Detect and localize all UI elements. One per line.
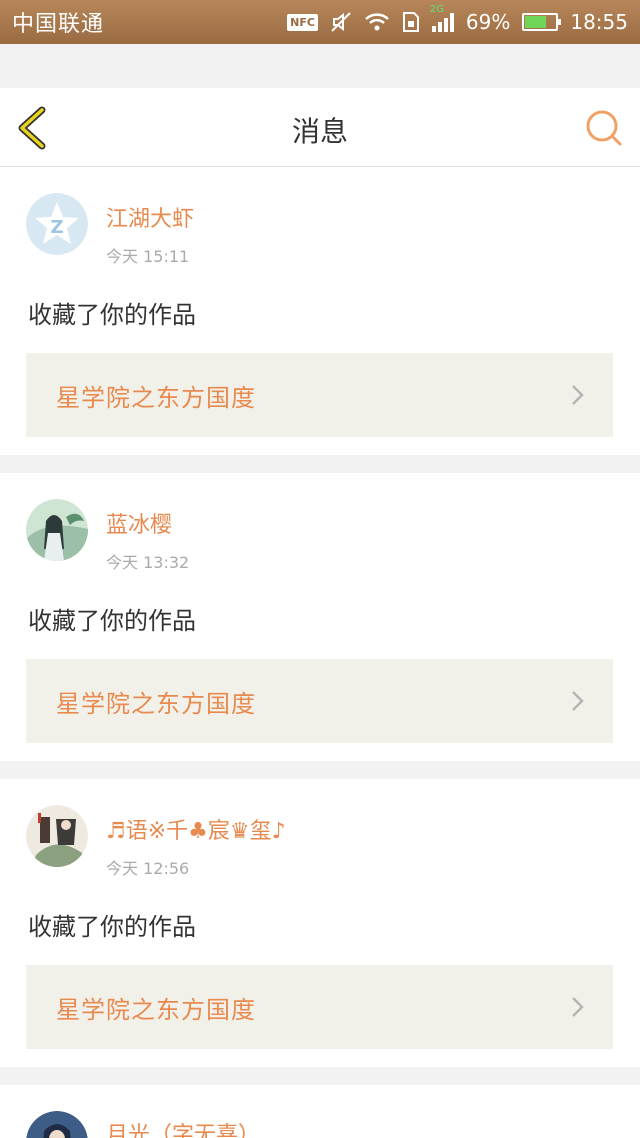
message-card: 月光（字无喜）: [0, 1085, 640, 1138]
message-card: 蓝冰樱 今天 13:32 收藏了你的作品 星学院之东方国度: [0, 473, 640, 761]
page-title: 消息: [291, 115, 348, 148]
svg-text:Z: Z: [50, 217, 63, 238]
message-text: 收藏了你的作品: [28, 301, 196, 329]
battery-icon: [522, 13, 562, 31]
work-link[interactable]: 星学院之东方国度: [26, 353, 613, 437]
carrier-label: 中国联通: [12, 12, 105, 37]
work-link[interactable]: 星学院之东方国度: [26, 965, 613, 1049]
user-name[interactable]: 蓝冰樱: [106, 507, 172, 539]
work-link[interactable]: 星学院之东方国度: [26, 659, 613, 743]
chevron-right-icon: [572, 691, 584, 711]
user-name[interactable]: ♬语※千♣宸♛玺♪: [106, 813, 286, 845]
user-name[interactable]: 江湖大虾: [106, 201, 194, 233]
battery-percent: 69%: [465, 10, 511, 34]
message-card: Z 江湖大虾 今天 15:11 收藏了你的作品 星学院之东方国度: [0, 167, 640, 455]
nav-bar: 消息: [0, 88, 640, 167]
message-text: 收藏了你的作品: [28, 607, 196, 635]
qzone-avatar-icon: Z: [26, 193, 88, 255]
work-title: 星学院之东方国度: [56, 689, 256, 718]
illustration-avatar: [26, 1111, 88, 1138]
wifi-icon: [365, 13, 389, 31]
illustration-avatar: [26, 805, 88, 867]
search-button[interactable]: [584, 108, 624, 148]
avatar[interactable]: [26, 1111, 88, 1138]
work-title: 星学院之东方国度: [56, 383, 256, 412]
mute-icon: [331, 12, 351, 32]
search-icon: [586, 110, 622, 146]
message-text: 收藏了你的作品: [28, 913, 196, 941]
network-type: 2G: [429, 4, 445, 15]
avatar[interactable]: [26, 805, 88, 867]
chevron-right-icon: [572, 385, 584, 405]
user-name[interactable]: 月光（字无喜）: [106, 1117, 260, 1138]
battery-fill: [525, 16, 546, 28]
signal-icon: 2G: [430, 4, 454, 32]
message-time: 今天 15:11: [106, 247, 190, 266]
avatar[interactable]: [26, 499, 88, 561]
avatar[interactable]: Z: [26, 193, 88, 255]
chevron-right-icon: [572, 997, 584, 1017]
message-time: 今天 12:56: [106, 859, 190, 878]
status-icons: NFC 2G 69% 18:55: [287, 4, 628, 34]
clock: 18:55: [570, 10, 628, 34]
sim-card-icon: [402, 12, 419, 32]
illustration-avatar: [26, 499, 88, 561]
message-card: ♬语※千♣宸♛玺♪ 今天 12:56 收藏了你的作品 星学院之东方国度: [0, 779, 640, 1067]
message-time: 今天 13:32: [106, 553, 190, 572]
status-bar: 中国联通 NFC 2G 69% 18:55: [0, 0, 640, 44]
work-title: 星学院之东方国度: [56, 995, 256, 1024]
nfc-icon: NFC: [287, 13, 318, 31]
